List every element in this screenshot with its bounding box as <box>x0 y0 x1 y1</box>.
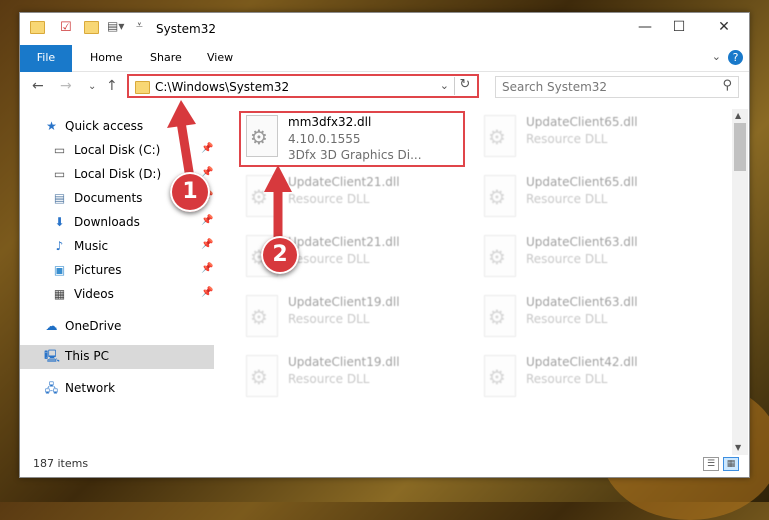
callout-badge-2: 2 <box>261 236 299 274</box>
callout-arrowhead-1 <box>167 100 196 128</box>
annotation-arrows <box>167 100 292 245</box>
callout-badge-1: 1 <box>170 172 210 212</box>
callout-arrow-1 <box>176 117 195 183</box>
callout-arrowhead-2 <box>264 165 292 192</box>
